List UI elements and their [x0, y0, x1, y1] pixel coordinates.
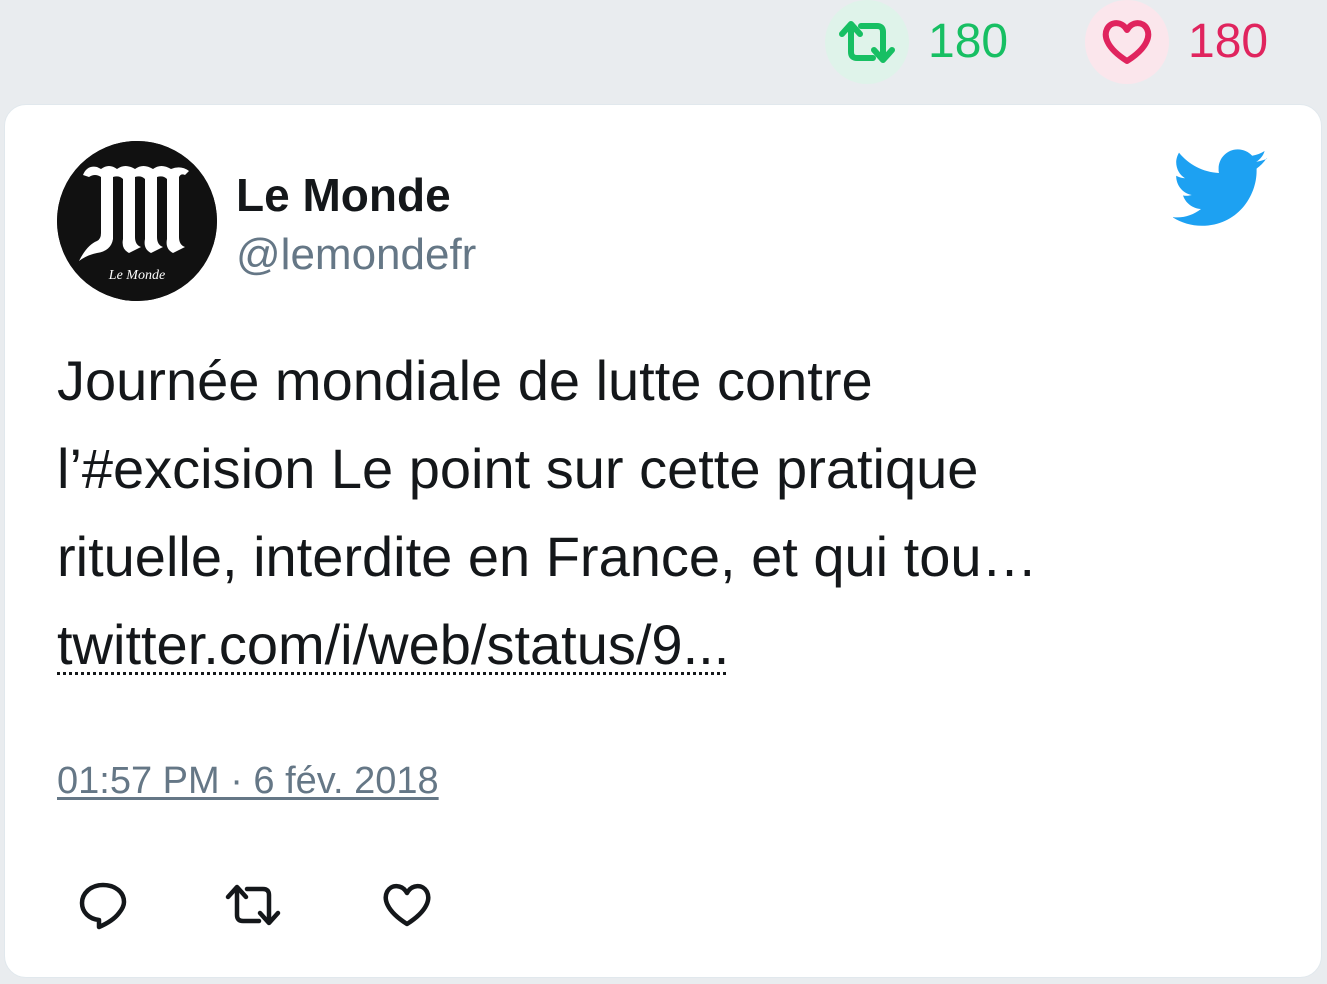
tweet-text-line: rituelle, interdite en France, et qui to… [57, 525, 1038, 588]
tweet-stats-bar: 180 180 [0, 0, 1327, 100]
retweet-icon [225, 884, 281, 926]
reply-icon [79, 882, 127, 930]
heart-icon [383, 883, 431, 927]
retweet-count: 180 [928, 15, 1009, 68]
heart-icon [1102, 20, 1152, 64]
retweet-stat[interactable]: 180 [825, 0, 1008, 84]
author-handle[interactable]: @lemondefr [236, 229, 476, 281]
tweet-text-line: l’#excision Le point sur cette pratique [57, 437, 979, 500]
avatar-wordmark: Le Monde [108, 268, 165, 283]
twitter-bird-icon[interactable] [1173, 149, 1269, 229]
like-stat[interactable]: 180 [1085, 0, 1268, 84]
author-name[interactable]: Le Monde [236, 169, 451, 221]
retweet-icon [839, 21, 895, 63]
tweet-card[interactable]: Le Monde Le Monde @lemondefr Journée mon… [4, 104, 1322, 978]
avatar[interactable]: Le Monde [57, 141, 217, 301]
reply-button[interactable] [73, 875, 133, 935]
retweet-stat-icon-circle[interactable] [825, 0, 909, 84]
like-stat-icon-circle[interactable] [1085, 0, 1169, 84]
le-monde-logo: Le Monde [57, 141, 217, 301]
like-button[interactable] [377, 875, 437, 935]
tweet-text: Journée mondiale de lutte contre l’#exci… [57, 337, 1277, 689]
tweet-text-line: Journée mondiale de lutte contre [57, 349, 873, 412]
tweet-link[interactable]: twitter.com/i/web/status/9... [57, 613, 729, 676]
retweet-button[interactable] [223, 875, 283, 935]
like-count: 180 [1188, 15, 1269, 68]
tweet-timestamp[interactable]: 01:57 PM · 6 fév. 2018 [57, 757, 439, 805]
